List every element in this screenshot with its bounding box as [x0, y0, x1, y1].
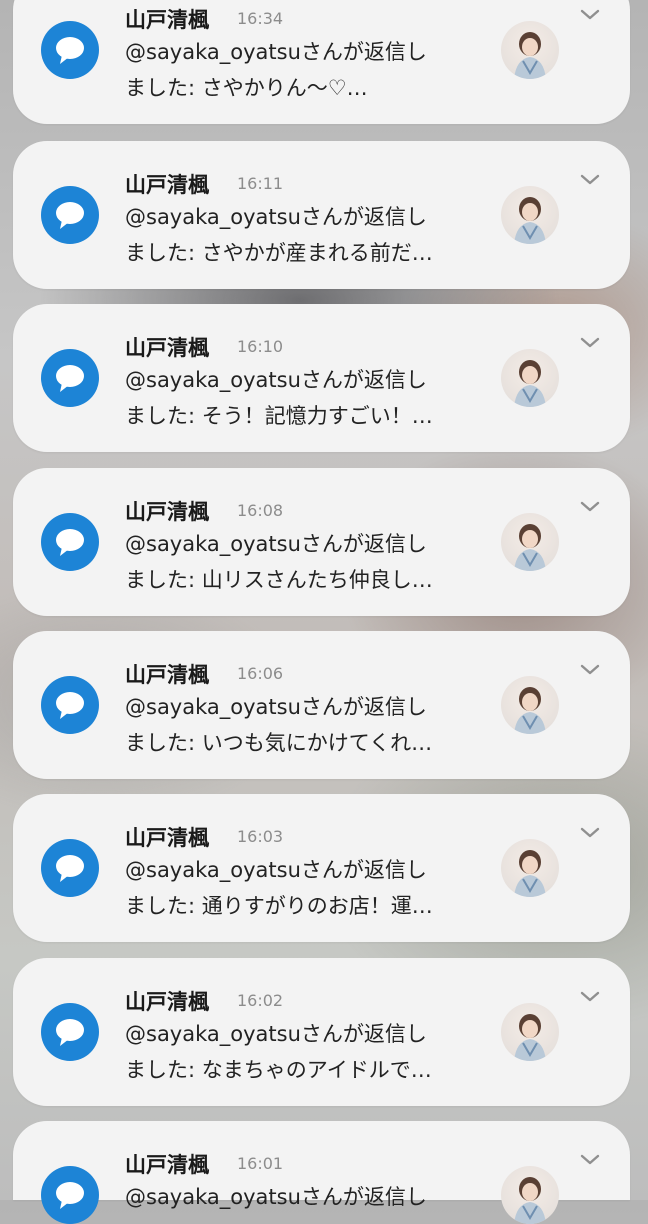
chevron-down-icon[interactable] [579, 990, 601, 1004]
notification-card[interactable]: 山戸清楓 16:11 @sayaka_oyatsuさんが返信し ました: さやか… [13, 141, 630, 289]
notification-message-line2: ました: なまちゃのアイドルで… [125, 1058, 432, 1082]
speech-bubble-icon [41, 186, 99, 244]
notification-card[interactable]: 山戸清楓 16:10 @sayaka_oyatsuさんが返信し ました: そう！… [13, 304, 630, 452]
notification-sender: 山戸清楓 [125, 826, 209, 850]
notification-card[interactable]: 山戸清楓 16:02 @sayaka_oyatsuさんが返信し ました: なまち… [13, 958, 630, 1106]
notification-message-line1: @sayaka_oyatsuさんが返信し [125, 695, 427, 719]
notification-card[interactable]: 山戸清楓 16:03 @sayaka_oyatsuさんが返信し ました: 通りす… [13, 794, 630, 942]
notification-card[interactable]: 山戸清楓 16:34 @sayaka_oyatsuさんが返信し ました: さやか… [13, 0, 630, 124]
notification-message-line2: ました: 通りすがりのお店！運… [125, 894, 433, 918]
speech-bubble-icon [41, 676, 99, 734]
avatar [501, 21, 559, 79]
notification-sender: 山戸清楓 [125, 663, 209, 687]
notification-time: 16:10 [237, 337, 284, 356]
notification-time: 16:02 [237, 991, 284, 1010]
chevron-down-icon[interactable] [579, 826, 601, 840]
notification-card[interactable]: 山戸清楓 16:01 @sayaka_oyatsuさんが返信し [13, 1121, 630, 1224]
notification-message-line2: ました: さやかりん〜♡… [125, 76, 368, 100]
notification-message-line1: @sayaka_oyatsuさんが返信し [125, 368, 427, 392]
notification-card[interactable]: 山戸清楓 16:06 @sayaka_oyatsuさんが返信し ました: いつも… [13, 631, 630, 779]
notification-message-line1: @sayaka_oyatsuさんが返信し [125, 205, 427, 229]
speech-bubble-icon [41, 349, 99, 407]
notification-message-line2: ました: そう！記憶力すごい！… [125, 404, 433, 428]
notification-list: 山戸清楓 16:34 @sayaka_oyatsuさんが返信し ました: さやか… [0, 0, 648, 1224]
notification-message-line1: @sayaka_oyatsuさんが返信し [125, 858, 427, 882]
notification-time: 16:03 [237, 827, 284, 846]
notification-sender: 山戸清楓 [125, 173, 209, 197]
speech-bubble-icon [41, 839, 99, 897]
notification-sender: 山戸清楓 [125, 990, 209, 1014]
notification-message-line1: @sayaka_oyatsuさんが返信し [125, 1185, 427, 1209]
chevron-down-icon[interactable] [579, 500, 601, 514]
notification-time: 16:11 [237, 174, 284, 193]
notification-card[interactable]: 山戸清楓 16:08 @sayaka_oyatsuさんが返信し ました: 山リス… [13, 468, 630, 616]
speech-bubble-icon [41, 21, 99, 79]
speech-bubble-icon [41, 1003, 99, 1061]
speech-bubble-icon [41, 513, 99, 571]
notification-message-line2: ました: いつも気にかけてくれ… [125, 731, 433, 755]
avatar [501, 839, 559, 897]
notification-message-line2: ました: 山リスさんたち仲良し… [125, 568, 433, 592]
notification-message-line1: @sayaka_oyatsuさんが返信し [125, 532, 427, 556]
notification-time: 16:01 [237, 1154, 284, 1173]
notification-time: 16:34 [237, 9, 284, 28]
chevron-down-icon[interactable] [579, 173, 601, 187]
avatar [501, 676, 559, 734]
notification-time: 16:06 [237, 664, 284, 683]
notification-message-line1: @sayaka_oyatsuさんが返信し [125, 1022, 427, 1046]
chevron-down-icon[interactable] [579, 1153, 601, 1167]
avatar [501, 513, 559, 571]
avatar [501, 1003, 559, 1061]
notification-sender: 山戸清楓 [125, 500, 209, 524]
avatar [501, 186, 559, 244]
notification-message-line1: @sayaka_oyatsuさんが返信し [125, 40, 427, 64]
notification-message-line2: ました: さやかが産まれる前だ… [125, 241, 433, 265]
speech-bubble-icon [41, 1166, 99, 1224]
avatar [501, 349, 559, 407]
chevron-down-icon[interactable] [579, 663, 601, 677]
notification-sender: 山戸清楓 [125, 1153, 209, 1177]
chevron-down-icon[interactable] [579, 336, 601, 350]
notification-time: 16:08 [237, 501, 284, 520]
notification-sender: 山戸清楓 [125, 336, 209, 360]
chevron-down-icon[interactable] [579, 8, 601, 22]
avatar [501, 1166, 559, 1224]
notification-sender: 山戸清楓 [125, 8, 209, 32]
